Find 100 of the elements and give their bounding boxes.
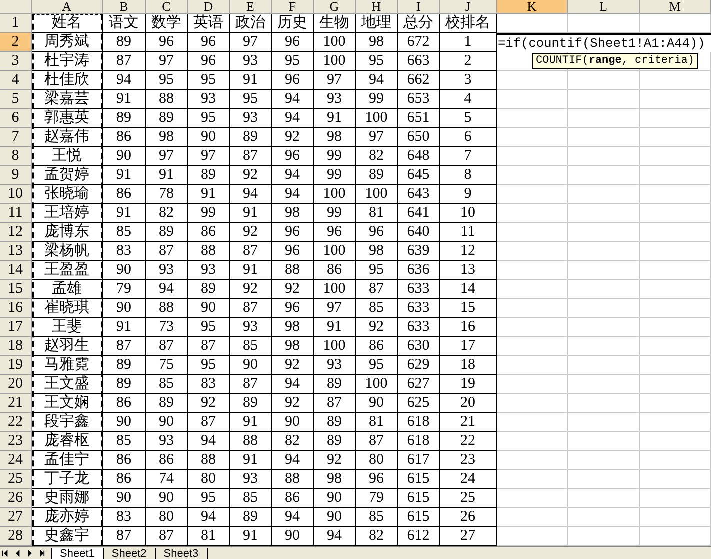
empty-cell[interactable] [568,204,640,223]
empty-cell[interactable] [497,261,568,280]
empty-cell[interactable] [568,109,640,128]
empty-cell[interactable] [640,470,711,489]
row-header[interactable]: 18 [0,337,32,356]
empty-cell[interactable] [568,470,640,489]
row-header[interactable]: 7 [0,128,32,147]
empty-cell[interactable] [568,356,640,375]
empty-cell[interactable] [568,280,640,299]
last-sheet-icon[interactable] [38,550,45,557]
empty-cell[interactable] [640,109,711,128]
row-header[interactable]: 27 [0,508,32,527]
row-header[interactable]: 21 [0,394,32,413]
row-header[interactable]: 10 [0,185,32,204]
empty-cell[interactable] [640,375,711,394]
next-sheet-icon[interactable] [26,550,33,557]
column-header[interactable]: F [272,0,314,14]
empty-cell[interactable] [497,318,568,337]
row-header[interactable]: 2 [0,33,32,52]
row-header[interactable]: 22 [0,413,32,432]
empty-cell[interactable] [497,90,568,109]
column-header[interactable]: E [230,0,272,14]
column-header[interactable]: C [146,0,188,14]
empty-cell[interactable] [640,71,711,90]
empty-cell[interactable] [640,394,711,413]
empty-cell[interactable] [568,451,640,470]
empty-cell[interactable] [497,413,568,432]
empty-cell[interactable] [640,261,711,280]
empty-cell[interactable] [640,223,711,242]
row-header[interactable]: 15 [0,280,32,299]
empty-cell[interactable] [640,508,711,527]
previous-sheet-icon[interactable] [14,550,21,557]
row-header[interactable]: 1 [0,14,32,33]
column-header[interactable]: H [356,0,398,14]
empty-cell[interactable] [497,451,568,470]
empty-cell[interactable] [640,318,711,337]
column-header[interactable]: G [314,0,356,14]
empty-cell[interactable] [640,90,711,109]
empty-cell[interactable] [568,489,640,508]
column-header[interactable]: J [440,0,497,14]
row-header[interactable]: 16 [0,299,32,318]
empty-cell[interactable] [497,280,568,299]
row-header[interactable]: 23 [0,432,32,451]
row-header[interactable]: 13 [0,242,32,261]
empty-cell[interactable] [497,185,568,204]
empty-cell[interactable] [568,166,640,185]
empty-cell[interactable] [497,147,568,166]
row-header[interactable]: 3 [0,52,32,71]
column-header[interactable]: I [398,0,440,14]
column-header[interactable]: K [497,0,568,14]
empty-cell[interactable] [640,185,711,204]
empty-cell[interactable] [640,204,711,223]
empty-cell[interactable] [497,242,568,261]
empty-cell[interactable] [640,489,711,508]
row-header[interactable]: 5 [0,90,32,109]
empty-cell[interactable] [640,280,711,299]
row-header[interactable]: 8 [0,147,32,166]
empty-cell[interactable] [497,470,568,489]
empty-cell[interactable] [568,318,640,337]
empty-cell[interactable] [497,223,568,242]
empty-cell[interactable] [640,356,711,375]
row-header[interactable]: 26 [0,489,32,508]
first-sheet-icon[interactable] [2,550,9,557]
row-header[interactable]: 28 [0,527,32,546]
empty-cell[interactable] [497,356,568,375]
row-header[interactable]: 6 [0,109,32,128]
empty-cell[interactable] [640,299,711,318]
empty-cell[interactable] [568,432,640,451]
empty-cell[interactable] [568,413,640,432]
empty-cell[interactable] [640,451,711,470]
row-header[interactable]: 11 [0,204,32,223]
row-header[interactable]: 17 [0,318,32,337]
sheet-tab[interactable]: Sheet2 [104,548,156,559]
empty-cell[interactable] [497,128,568,147]
empty-cell[interactable] [640,242,711,261]
empty-cell[interactable] [497,489,568,508]
row-header[interactable]: 20 [0,375,32,394]
empty-cell[interactable] [497,71,568,90]
empty-cell[interactable] [497,337,568,356]
empty-cell[interactable] [640,413,711,432]
empty-cell[interactable] [568,223,640,242]
empty-cell[interactable] [497,432,568,451]
empty-cell[interactable] [640,432,711,451]
empty-cell[interactable] [568,375,640,394]
sheet-tab[interactable]: Sheet3 [156,548,208,559]
row-header[interactable]: 24 [0,451,32,470]
empty-cell[interactable] [497,299,568,318]
empty-cell[interactable] [497,109,568,128]
empty-cell[interactable] [568,147,640,166]
empty-cell[interactable] [568,128,640,147]
row-header[interactable]: 9 [0,166,32,185]
empty-cell[interactable] [568,337,640,356]
column-header[interactable]: L [568,0,640,14]
formula-input[interactable]: =if(countif(Sheet1!A1:A44)) [497,33,711,52]
empty-cell[interactable] [640,337,711,356]
column-header[interactable]: A [32,0,103,14]
column-header[interactable]: B [103,0,146,14]
empty-cell[interactable] [497,375,568,394]
empty-cell[interactable] [568,394,640,413]
empty-cell[interactable] [568,508,640,527]
